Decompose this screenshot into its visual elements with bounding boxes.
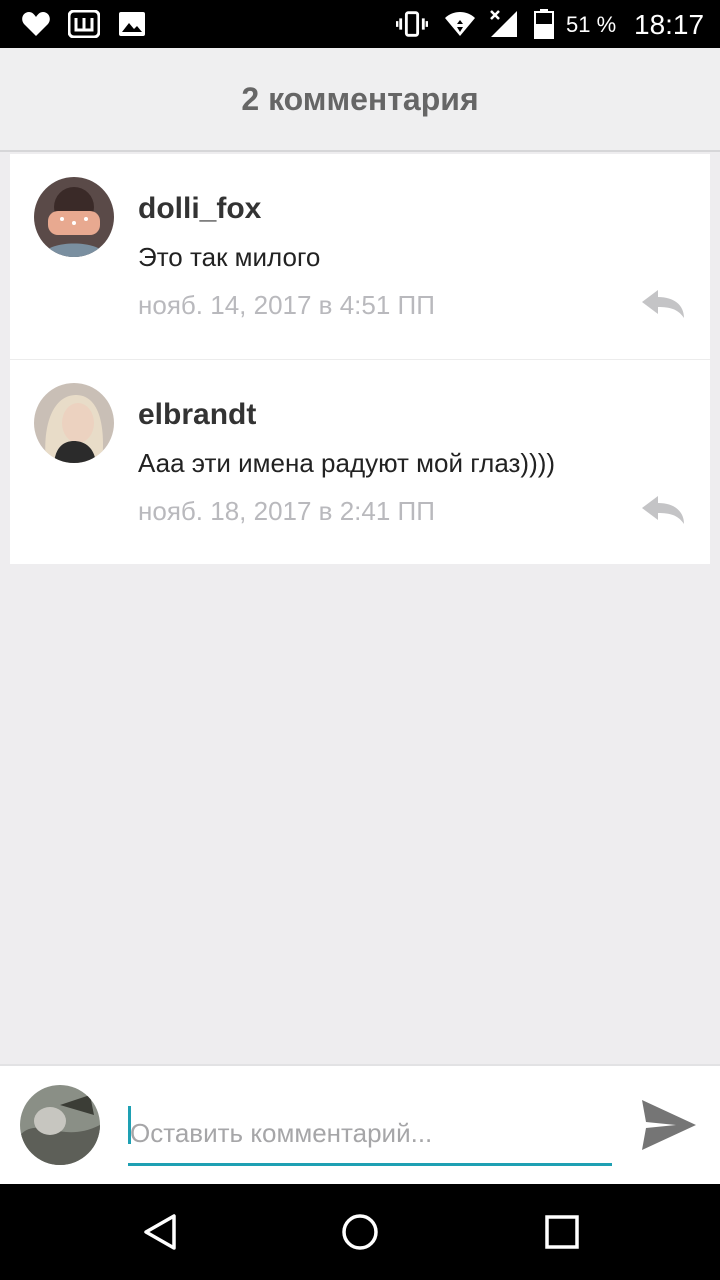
- page-title: 2 комментария: [241, 80, 479, 117]
- reply-icon[interactable]: [640, 494, 686, 528]
- image-icon: [116, 8, 148, 40]
- comment-text: Ааа эти имена радуют мой глаз)))): [138, 448, 556, 478]
- comment-date: нояб. 18, 2017 в 2:41 ПП: [138, 496, 435, 526]
- comment-input[interactable]: [128, 1104, 612, 1166]
- back-icon[interactable]: [140, 1212, 180, 1252]
- send-button[interactable]: [640, 1098, 698, 1152]
- avatar[interactable]: [34, 383, 114, 463]
- home-icon[interactable]: [340, 1212, 380, 1252]
- app-w-icon: [68, 8, 100, 40]
- no-signal-icon: [488, 8, 520, 40]
- battery-icon: [528, 8, 560, 40]
- comment-date: нояб. 14, 2017 в 4:51 ПП: [138, 290, 435, 320]
- text-caret: [128, 1106, 131, 1144]
- system-nav-bar: [0, 1184, 720, 1280]
- comment-item: dolli_fox Это так милого нояб. 14, 2017 …: [10, 154, 710, 359]
- recents-icon[interactable]: [542, 1212, 582, 1252]
- send-icon: [642, 1100, 696, 1150]
- comment-username[interactable]: elbrandt: [138, 398, 256, 432]
- current-user-avatar: [20, 1085, 100, 1165]
- vibrate-icon: [396, 8, 428, 40]
- comment-list: dolli_fox Это так милого нояб. 14, 2017 …: [10, 154, 710, 564]
- clock: 18:17: [634, 9, 705, 40]
- heart-icon: [20, 8, 52, 40]
- wifi-icon: [444, 8, 476, 40]
- battery-percent: 51 %: [566, 12, 617, 37]
- comment-username[interactable]: dolli_fox: [138, 192, 261, 226]
- comment-item: elbrandt Ааа эти имена радуют мой глаз))…: [10, 359, 710, 564]
- status-bar: 51 % 18:17: [0, 0, 720, 48]
- comments-header: 2 комментария: [0, 48, 720, 152]
- reply-icon[interactable]: [640, 288, 686, 322]
- comment-text: Это так милого: [138, 242, 321, 272]
- comment-input-bar: [0, 1064, 720, 1184]
- avatar[interactable]: [34, 177, 114, 257]
